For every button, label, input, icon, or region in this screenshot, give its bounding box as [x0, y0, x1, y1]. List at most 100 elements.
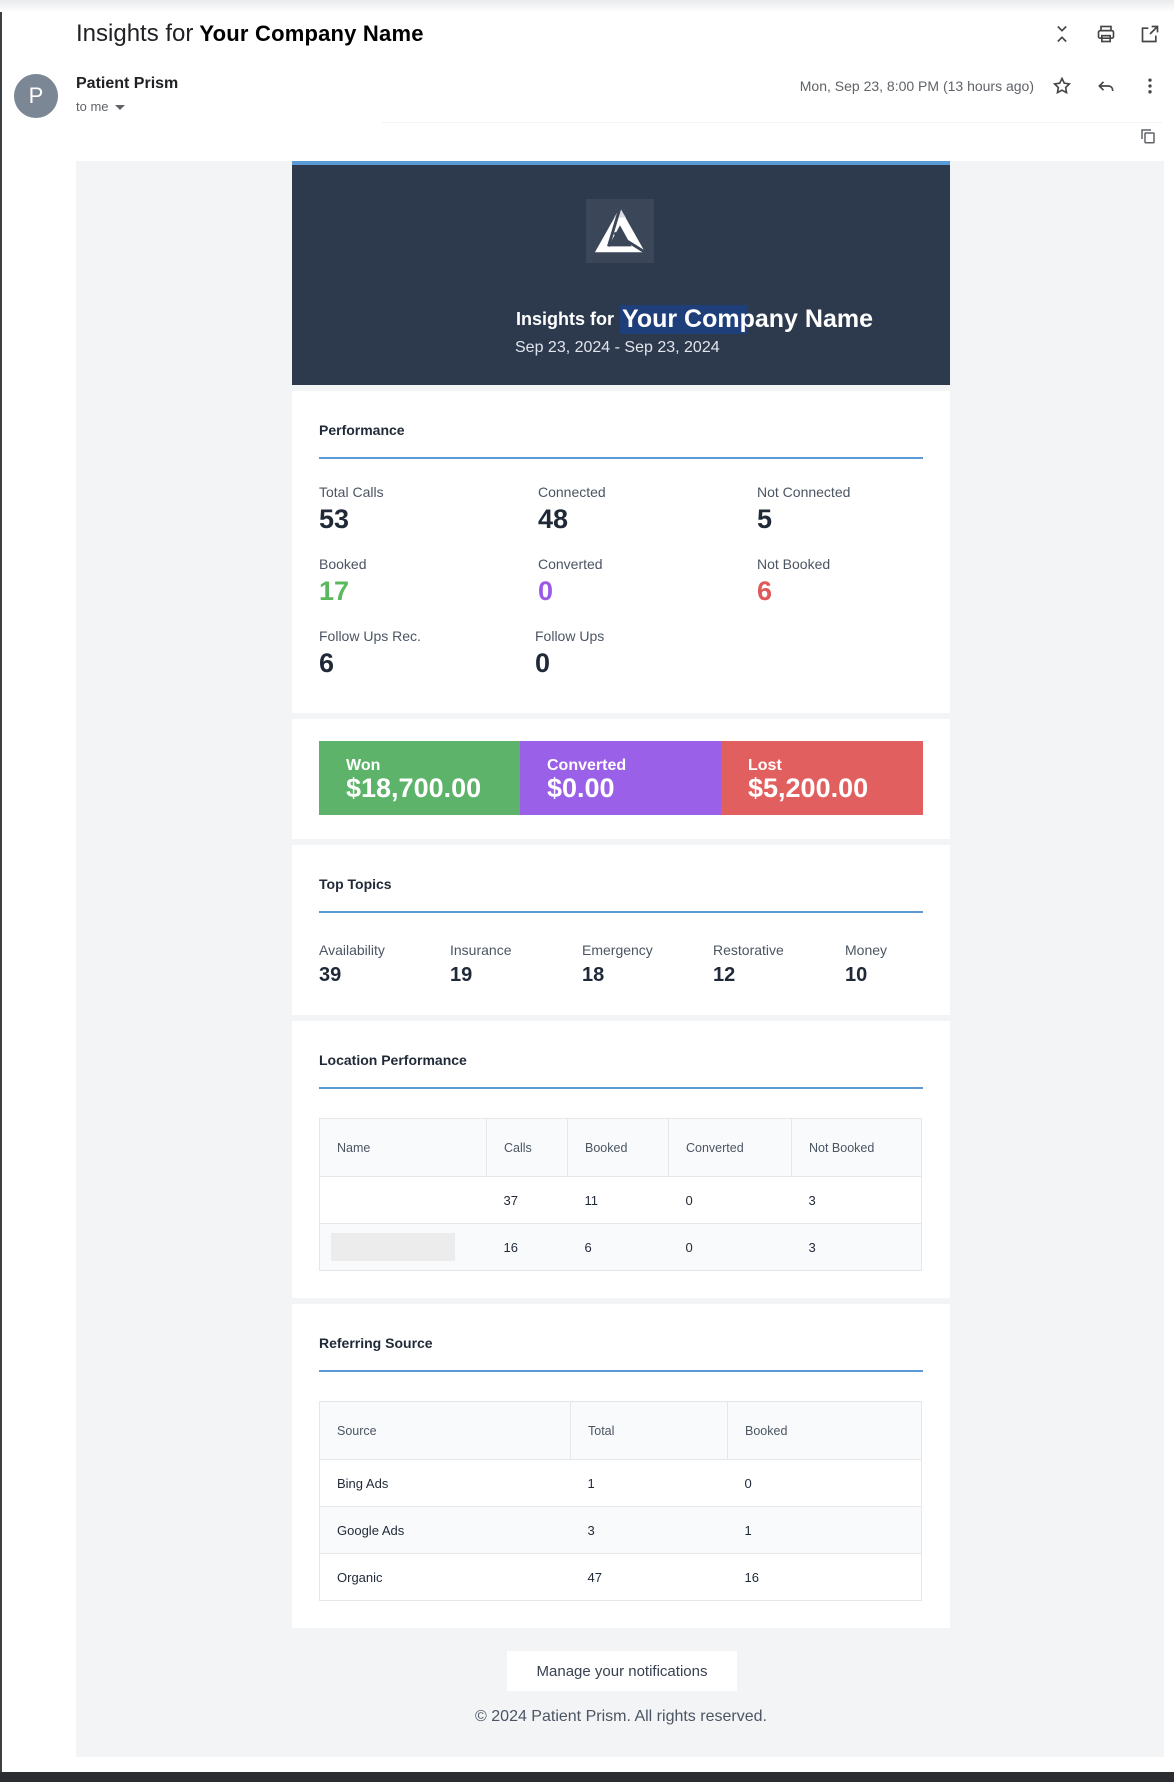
topic-label: Restorative [713, 942, 784, 958]
stat-label: Connected [538, 484, 606, 500]
topic-label: Money [845, 942, 888, 958]
table-cell: 47 [570, 1553, 728, 1601]
top-topics-section: Top Topics Availability 39 Insurance 19 … [292, 845, 950, 1015]
star-icon[interactable] [1050, 74, 1074, 98]
open-in-new-window-icon[interactable] [1138, 22, 1162, 46]
patient-prism-logo [586, 199, 654, 263]
stat-value: 6 [319, 648, 335, 678]
stat-connected: Connected 48 [538, 484, 606, 535]
redacted-name [331, 1233, 455, 1261]
lost-value: $5,200.00 [748, 773, 869, 803]
referring-table: Source Total Booked Bing Ads 1 0 Google … [319, 1401, 922, 1601]
table-cell: Bing Ads [319, 1459, 571, 1507]
copyright-text: © 2024 Patient Prism. All rights reserve… [475, 1708, 767, 1725]
stat-follow-ups-rec: Follow Ups Rec. 6 [319, 628, 421, 679]
topic-item: Money 10 [845, 942, 887, 987]
stat-label: Not Booked [757, 556, 831, 572]
location-name-cell [319, 1223, 487, 1271]
stat-not-connected: Not Connected 5 [757, 484, 850, 535]
stat-follow-ups: Follow Ups 0 [535, 628, 604, 679]
table-cell: 16 [727, 1553, 922, 1601]
table-row: Organic 47 16 [319, 1553, 922, 1601]
sender-name[interactable]: Patient Prism [76, 75, 178, 93]
topic-value: 39 [319, 964, 342, 986]
stat-label: Booked [319, 556, 367, 572]
topic-value: 19 [450, 964, 473, 986]
location-name-cell [319, 1176, 487, 1224]
stat-label: Converted [538, 556, 603, 572]
report-date-range: Sep 23, 2024 - Sep 23, 2024 [515, 339, 720, 356]
table-cell: 3 [791, 1223, 922, 1271]
stat-value: 53 [319, 504, 350, 534]
column-header: Calls [486, 1118, 568, 1177]
manage-notifications-button[interactable]: Manage your notifications [507, 1651, 737, 1691]
referring-source-title: Referring Source [319, 1304, 923, 1372]
more-vert-icon[interactable] [1138, 74, 1162, 98]
table-row: 37 11 0 3 [319, 1176, 922, 1224]
table-cell: 16 [486, 1223, 568, 1271]
report-company-name: Your Company Name [620, 305, 875, 334]
location-table: Name Calls Booked Converted Not Booked 3… [319, 1118, 922, 1271]
recipient-toggle[interactable]: to me [76, 99, 125, 114]
stat-label: Total Calls [319, 484, 384, 500]
column-header: Total [570, 1401, 728, 1460]
topic-label: Availability [319, 942, 385, 958]
table-cell: 1 [570, 1459, 728, 1507]
stat-converted: Converted 0 [538, 556, 603, 607]
column-header: Source [319, 1401, 571, 1460]
report-title: Insights for Your Company Name [516, 305, 875, 334]
topic-label: Insurance [450, 942, 512, 958]
table-cell: 11 [567, 1176, 669, 1224]
top-topics-title: Top Topics [319, 845, 923, 913]
table-cell: Organic [319, 1553, 571, 1601]
table-cell: 1 [727, 1506, 922, 1554]
recipient-label: to me [76, 99, 109, 114]
location-performance-section: Location Performance Name Calls Booked C… [292, 1021, 950, 1298]
location-performance-title: Location Performance [319, 1021, 923, 1089]
stat-value: 17 [319, 576, 350, 606]
lost-box: Lost $5,200.00 [721, 741, 923, 815]
stat-label: Not Connected [757, 484, 851, 500]
stat-value: 5 [757, 504, 773, 534]
won-value: $18,700.00 [346, 773, 482, 803]
topic-value: 10 [845, 964, 868, 986]
subject-company: Your Company Name [199, 21, 424, 46]
table-cell: Google Ads [319, 1506, 571, 1554]
window-bottom-bar [0, 1772, 1174, 1782]
top-actions [1050, 22, 1162, 46]
column-header: Name [319, 1118, 487, 1177]
table-cell: 3 [791, 1176, 922, 1224]
table-cell: 0 [668, 1223, 792, 1271]
topic-item: Emergency 18 [582, 942, 653, 987]
stat-label: Follow Ups [535, 628, 605, 644]
copy-icon[interactable] [1136, 124, 1160, 148]
stat-not-booked: Not Booked 6 [757, 556, 830, 607]
window-top-bar [0, 0, 1174, 12]
topic-item: Insurance 19 [450, 942, 511, 987]
message-actions [1050, 74, 1162, 98]
column-header: Converted [668, 1118, 792, 1177]
email-content: Insights for Your Company Name Sep 23, 2… [292, 161, 950, 1628]
revenue-section: Won $18,700.00 Converted $0.00 Lost $5,2… [292, 719, 950, 839]
window-left-edge [0, 12, 2, 1772]
table-row: Bing Ads 1 0 [319, 1459, 922, 1507]
table-cell: 3 [570, 1506, 728, 1554]
column-header: Not Booked [791, 1118, 922, 1177]
table-cell: 0 [668, 1176, 792, 1224]
reply-icon[interactable] [1094, 74, 1118, 98]
subject-prefix: Insights for [76, 20, 194, 47]
avatar[interactable]: P [14, 74, 58, 118]
referring-source-section: Referring Source Source Total Booked Bin… [292, 1304, 950, 1628]
topic-value: 12 [713, 964, 736, 986]
column-header: Booked [727, 1401, 922, 1460]
table-cell: 37 [486, 1176, 568, 1224]
stat-total-calls: Total Calls 53 [319, 484, 384, 535]
print-icon[interactable] [1094, 22, 1118, 46]
stat-booked: Booked 17 [319, 556, 366, 607]
expand-collapse-icon[interactable] [1050, 22, 1074, 46]
stat-value: 0 [535, 648, 551, 678]
report-title-prefix: Insights for [516, 309, 614, 329]
column-header: Booked [567, 1118, 669, 1177]
table-row: Google Ads 3 1 [319, 1506, 922, 1554]
chevron-down-icon[interactable] [114, 105, 125, 110]
